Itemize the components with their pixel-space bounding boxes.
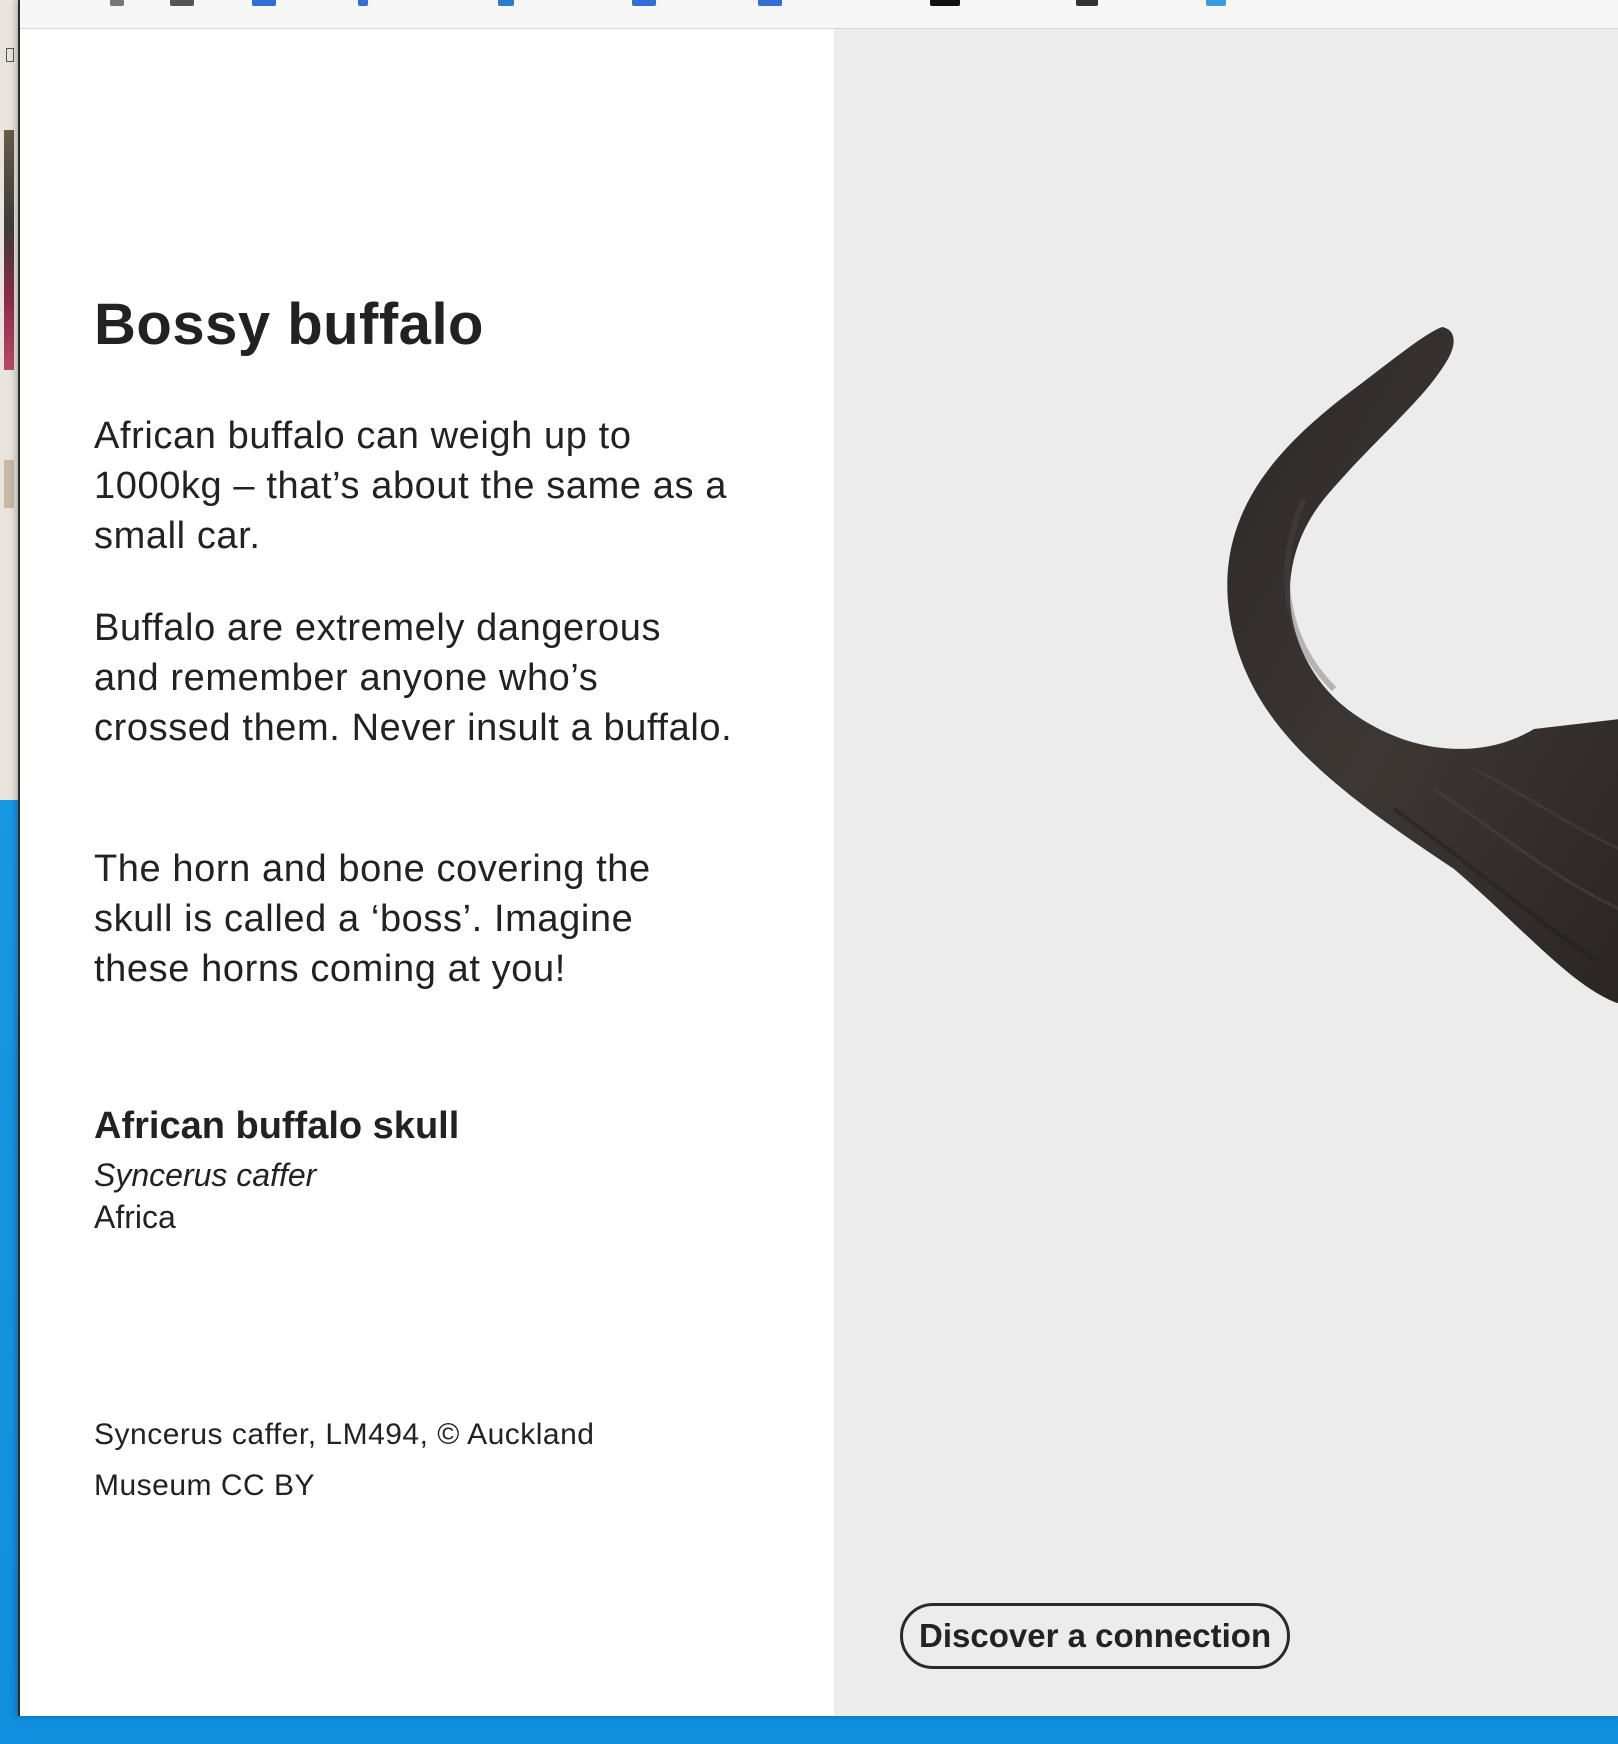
exhibit-title: Bossy buffalo [94,292,484,357]
object-origin: Africa [94,1199,176,1235]
exhibit-image-panel [834,29,1618,1716]
exhibit-text-panel: Bossy buffalo African buffalo can weigh … [20,29,834,1716]
image-credit: Syncerus caffer, LM494, © Auckland Museu… [94,1418,595,1502]
bookmark-icon[interactable] [758,0,782,6]
apps-icon[interactable] [170,0,194,6]
exhibit-paragraph: Buffalo are extremely dangerous and reme… [94,607,733,749]
window-control-icon [6,48,14,62]
exhibit-paragraph: The horn and bone covering the skull is … [94,848,651,990]
bookmark-icon[interactable] [110,0,124,6]
bookmark-icon[interactable] [252,0,276,6]
bookmark-icon[interactable] [632,0,656,6]
exhibit-page: Bossy buffalo African buffalo can weigh … [20,29,1618,1716]
bookmark-icon[interactable] [1206,0,1226,6]
bookmarks-bar [20,0,1618,29]
buffalo-horn-image [1227,327,1618,1004]
discover-connection-button[interactable]: Discover a connection [900,1603,1291,1669]
background-thumbnail [4,460,14,508]
bookmark-icon[interactable] [930,0,960,6]
object-name: African buffalo skull [94,1105,460,1147]
bookmark-icon[interactable] [498,0,514,6]
browser-window: Bossy buffalo African buffalo can weigh … [18,0,1618,1716]
object-scientific-name: Syncerus caffer [94,1157,317,1193]
bookmark-icon[interactable] [358,0,368,6]
bookmark-icon[interactable] [1076,0,1098,6]
exhibit-paragraph: African buffalo can weigh up to 1000kg –… [94,415,727,557]
background-thumbnail [4,130,14,370]
